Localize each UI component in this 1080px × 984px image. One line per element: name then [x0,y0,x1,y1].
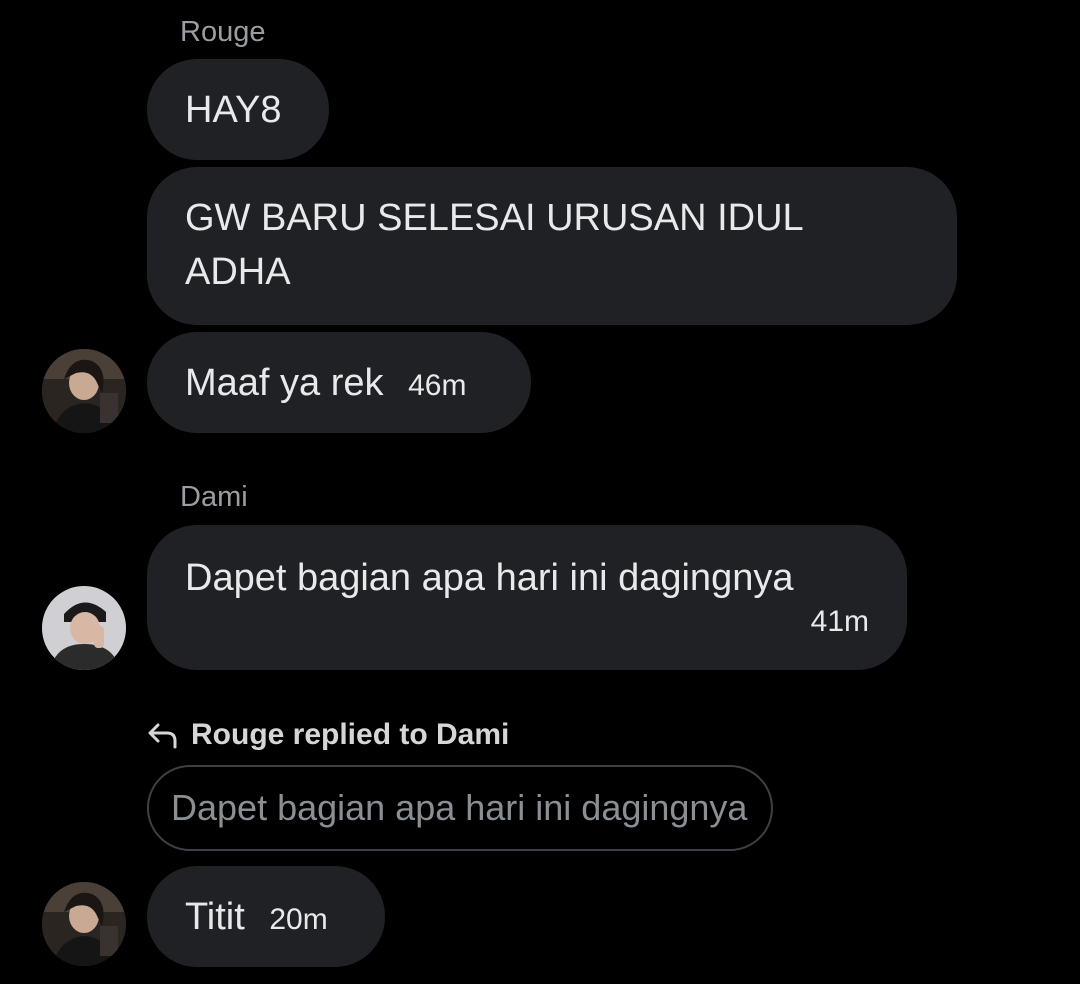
avatar-rouge-image [42,349,126,433]
message-timestamp: 41m [810,605,869,639]
avatar-rouge[interactable] [42,882,126,966]
quoted-message-text: Dapet bagian apa hari ini dagingnya [171,787,748,828]
message-text: Titit [185,896,245,938]
reply-context: Rouge replied to Dami [147,718,509,752]
message-bubble-titit[interactable]: Titit 20m [147,866,385,967]
avatar-rouge[interactable] [42,349,126,433]
message-timestamp: 46m [408,369,467,402]
sender-name-dami: Dami [180,481,248,513]
reply-context-label: Rouge replied to Dami [191,718,510,751]
message-timestamp: 20m [269,903,328,936]
message-text: GW BARU SELESAI URUSAN IDUL ADHA [185,197,803,293]
reply-arrow-icon [148,723,177,749]
message-bubble-dapet[interactable]: Dapet bagian apa hari ini dagingnya 41m [147,525,907,670]
message-bubble-maaf[interactable]: Maaf ya rek 46m [147,332,531,433]
message-text: Maaf ya rek [185,362,384,404]
message-text: Dapet bagian apa hari ini dagingnya [185,557,794,599]
avatar-rouge-image [42,882,126,966]
message-bubble-idul-adha[interactable]: GW BARU SELESAI URUSAN IDUL ADHA [147,167,957,325]
message-text: HAY8 [185,89,282,131]
message-bubble-hay8[interactable]: HAY8 [147,59,329,160]
avatar-dami-image [42,586,126,670]
sender-name-rouge: Rouge [180,16,266,48]
quoted-message[interactable]: Dapet bagian apa hari ini dagingnya [147,765,773,851]
avatar-dami[interactable] [42,586,126,670]
